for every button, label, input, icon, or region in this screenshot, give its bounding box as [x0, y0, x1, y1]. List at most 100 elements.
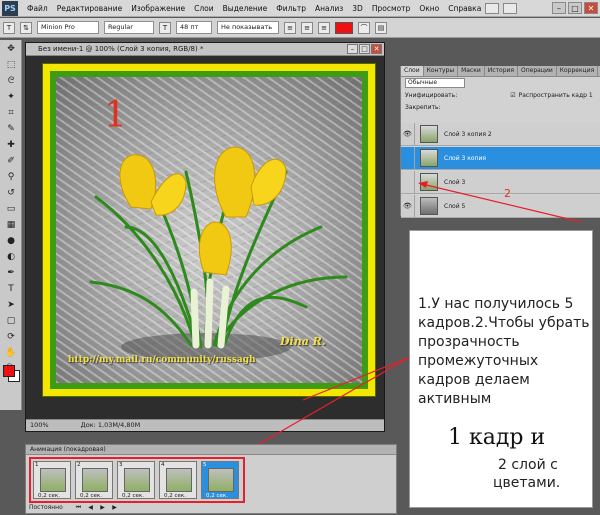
layer-row[interactable]: 👁︎ Слой 5	[401, 194, 600, 218]
font-size-select[interactable]: 48 пт	[176, 21, 212, 34]
menu-filter[interactable]: Фильтр	[276, 4, 306, 13]
frame-thumbnail	[208, 468, 234, 492]
layer-row[interactable]: Слой 3	[401, 170, 600, 194]
tab-masks[interactable]: Маски	[458, 66, 485, 76]
animation-frame[interactable]: 1 0,2 сек.	[33, 461, 71, 499]
layer-name: Слой 5	[444, 202, 466, 210]
frame-delay[interactable]: 0,2 сек.	[164, 493, 186, 499]
canvas-inner-border: 1 Dina R. http://my.mail.ru/community/ru…	[50, 71, 368, 389]
foreground-color-swatch[interactable]	[3, 365, 15, 377]
loop-select[interactable]: Постоянно	[29, 504, 63, 511]
eye-icon[interactable]: 👁︎	[401, 194, 415, 218]
font-style-select[interactable]: Regular	[104, 21, 154, 34]
gradient-tool-icon[interactable]: ▦	[3, 218, 19, 232]
minibridge-button[interactable]	[503, 2, 518, 14]
animation-panel-title[interactable]: Анимация (покадровая)	[26, 445, 396, 455]
layer-thumbnail	[420, 173, 438, 191]
propagate-checkbox[interactable]: ☑	[510, 92, 515, 99]
eye-icon[interactable]: 👁︎	[401, 122, 415, 146]
text-color-swatch[interactable]	[335, 21, 353, 34]
bridge-button[interactable]	[485, 2, 500, 14]
shape-tool-icon[interactable]: ▢	[3, 314, 19, 328]
animation-frame[interactable]: 3 0,2 сек.	[117, 461, 155, 499]
menu-edit[interactable]: Редактирование	[57, 4, 122, 13]
marquee-tool-icon[interactable]: ⬚	[3, 58, 19, 72]
tab-actions[interactable]: Операции	[518, 66, 557, 76]
layer-name: Слой 3 копия	[444, 154, 486, 162]
doc-close-icon[interactable]: ✕	[371, 44, 382, 54]
layer-row-selected[interactable]: Слой 3 копия	[401, 146, 600, 170]
menu-view[interactable]: Просмотр	[372, 4, 411, 13]
frame-delay[interactable]: 0,2 сек.	[206, 493, 228, 499]
font-family-select[interactable]: Minion Pro	[37, 21, 99, 34]
maximize-icon[interactable]: □	[568, 2, 582, 14]
play-icon[interactable]: ▶	[98, 504, 107, 512]
next-frame-icon[interactable]: ▶	[110, 504, 119, 512]
frame-delay[interactable]: 0,2 сек.	[80, 493, 102, 499]
doc-minimize-icon[interactable]: –	[347, 44, 358, 54]
document-size: Док: 1,03M/4,80M	[80, 421, 141, 429]
history-brush-icon[interactable]: ↺	[3, 186, 19, 200]
lasso-tool-icon[interactable]: ᘓ	[3, 74, 19, 88]
prev-frame-icon[interactable]: ◀	[86, 504, 95, 512]
frame-delay[interactable]: 0,2 сек.	[122, 493, 144, 499]
close-icon[interactable]: ✕	[584, 2, 598, 14]
canvas-image[interactable]: 1 Dina R. http://my.mail.ru/community/ru…	[56, 77, 362, 383]
minimize-icon[interactable]: –	[552, 2, 566, 14]
text-orientation-icon[interactable]: ⇅	[20, 21, 32, 34]
warp-text-icon[interactable]: ⌒	[358, 21, 370, 34]
layer-thumbnail	[420, 125, 438, 143]
tab-paths[interactable]: Контуры	[424, 66, 459, 76]
path-select-icon[interactable]: ➤	[3, 298, 19, 312]
hand-tool-icon[interactable]: ✋	[3, 346, 19, 360]
community-url-text: http://my.mail.ru/community/russagh	[68, 355, 256, 365]
align-center-icon[interactable]: ≡	[301, 21, 313, 34]
canvas-frame[interactable]: 1 Dina R. http://my.mail.ru/community/ru…	[42, 63, 376, 397]
frame-delay[interactable]: 0,2 сек.	[38, 493, 60, 499]
tab-adjustments[interactable]: Коррекция	[557, 66, 599, 76]
menu-3d[interactable]: 3D	[352, 4, 363, 13]
options-bar: T ⇅ Minion Pro Regular T 48 пт Не показы…	[0, 18, 600, 38]
pen-tool-icon[interactable]: ✒	[3, 266, 19, 280]
menu-help[interactable]: Справка	[448, 4, 481, 13]
dodge-tool-icon[interactable]: ◐	[3, 250, 19, 264]
animation-frame-selected[interactable]: 5 0,2 сек.	[201, 461, 239, 499]
healing-tool-icon[interactable]: ✚	[3, 138, 19, 152]
zoom-level[interactable]: 100%	[30, 421, 49, 429]
eraser-tool-icon[interactable]: ▭	[3, 202, 19, 216]
align-left-icon[interactable]: ≡	[284, 21, 296, 34]
blur-tool-icon[interactable]: ●	[3, 234, 19, 248]
tab-history[interactable]: История	[485, 66, 519, 76]
brush-tool-icon[interactable]: ✐	[3, 154, 19, 168]
photoshop-window: PS Файл Редактирование Изображение Слои …	[0, 0, 600, 515]
type-tool-icon[interactable]: T	[3, 282, 19, 296]
layer-row[interactable]: 👁︎ Слой 3 копия 2	[401, 122, 600, 146]
menu-analysis[interactable]: Анализ	[315, 4, 343, 13]
document-tab[interactable]: Без имени-1 @ 100% (Слой 3 копия, RGB/8)…	[26, 43, 384, 56]
move-tool-icon[interactable]: ✥	[3, 42, 19, 56]
menu-select[interactable]: Выделение	[223, 4, 268, 13]
stamp-tool-icon[interactable]: ⚲	[3, 170, 19, 184]
animation-frame[interactable]: 4 0,2 сек.	[159, 461, 197, 499]
menu-file[interactable]: Файл	[27, 4, 48, 13]
note-text-2: 1 кадр и	[448, 425, 546, 450]
blend-mode-select[interactable]: Обычные	[405, 78, 465, 88]
align-right-icon[interactable]: ≡	[318, 21, 330, 34]
eye-toggle-empty[interactable]	[401, 146, 415, 170]
menu-image[interactable]: Изображение	[131, 4, 185, 13]
magic-wand-tool-icon[interactable]: ✦	[3, 90, 19, 104]
crop-tool-icon[interactable]: ⌗	[3, 106, 19, 120]
text-tool-icon[interactable]: T	[3, 21, 15, 34]
3d-rotate-icon[interactable]: ⟳	[3, 330, 19, 344]
eyedropper-tool-icon[interactable]: ✎	[3, 122, 19, 136]
eye-toggle-empty[interactable]	[401, 170, 415, 194]
antialias-select[interactable]: Не показывать	[217, 21, 279, 34]
character-panel-icon[interactable]: ▤	[375, 21, 387, 34]
doc-maximize-icon[interactable]: □	[359, 44, 370, 54]
menu-layers[interactable]: Слои	[194, 4, 214, 13]
animation-frame[interactable]: 2 0,2 сек.	[75, 461, 113, 499]
frame-thumbnail	[124, 468, 150, 492]
tab-layers[interactable]: Слои	[401, 66, 424, 76]
first-frame-icon[interactable]: ⏮	[74, 504, 83, 512]
menu-window[interactable]: Окно	[419, 4, 439, 13]
